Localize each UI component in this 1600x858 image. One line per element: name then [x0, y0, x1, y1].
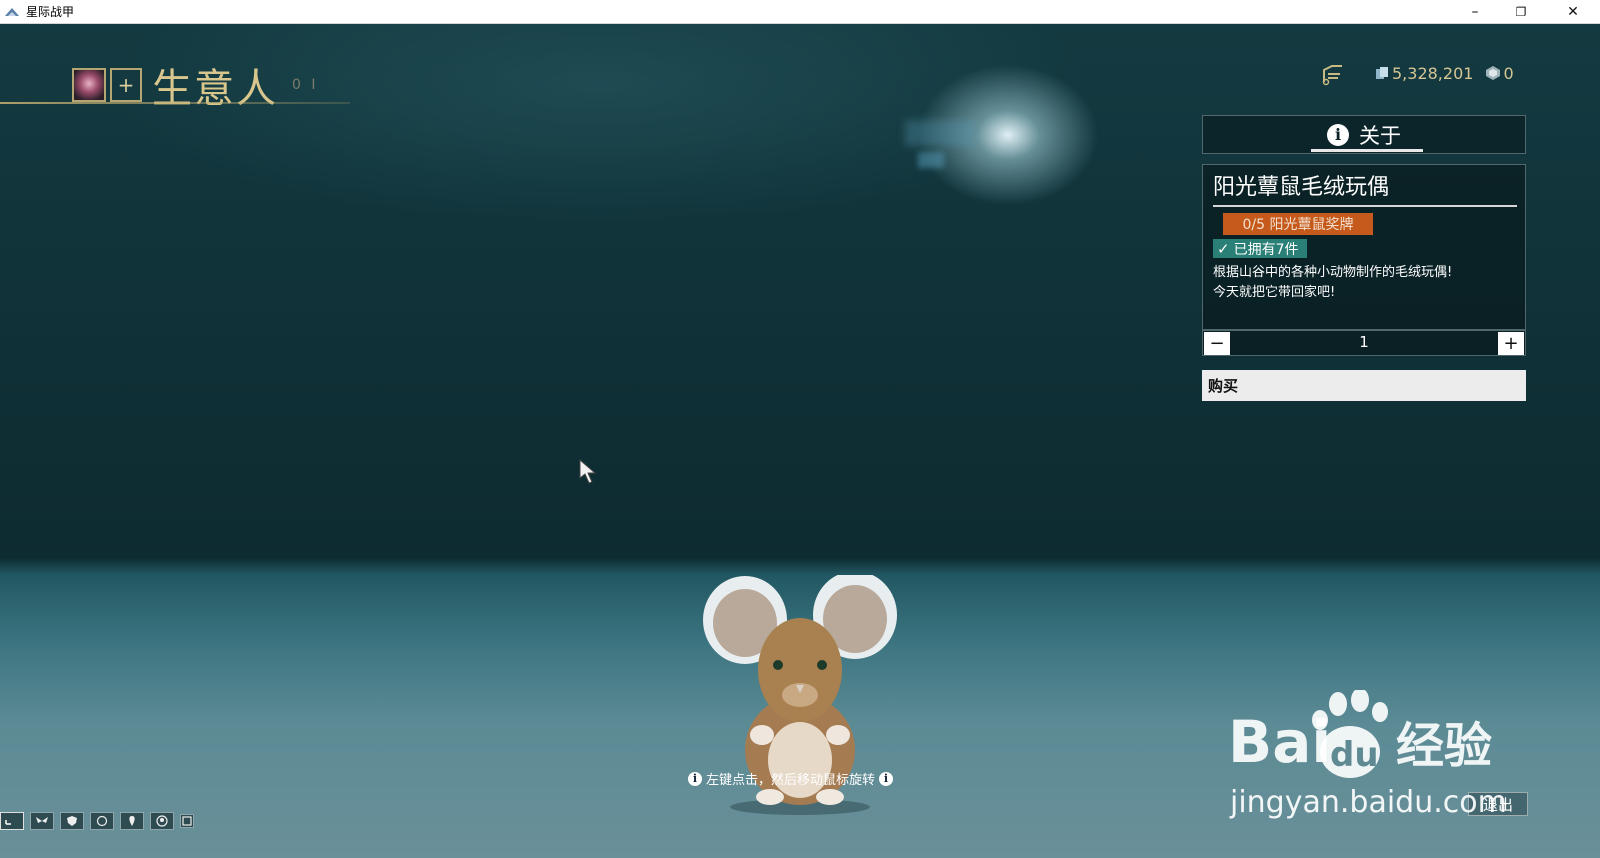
minimize-button[interactable]: –	[1452, 0, 1498, 24]
svg-text:Bai: Bai	[1228, 708, 1331, 776]
platinum-icon	[1486, 66, 1501, 80]
restore-button[interactable]: ❐	[1498, 0, 1544, 24]
profile-icon	[156, 815, 168, 827]
item-info-panel: 阳光蕈鼠毛绒玩偶 0/5 阳光蕈鼠奖牌 ✓ 已拥有7件 根据山谷中的各种小动物制…	[1202, 164, 1526, 330]
watermark-url: jingyan.baidu.com	[1230, 785, 1507, 820]
tab-about[interactable]: i 关于	[1202, 115, 1526, 154]
navigation-button[interactable]	[120, 812, 144, 830]
svg-text:经验: 经验	[1396, 718, 1492, 774]
quantity-value[interactable]: 1	[1203, 333, 1525, 351]
menu-icon	[182, 816, 192, 826]
item-name-divider	[1213, 205, 1517, 207]
emblem-icon	[96, 815, 108, 827]
location-icon	[129, 816, 135, 826]
rotate-hint-text: 左键点击，然后移动鼠标旋转	[706, 773, 876, 788]
quantity-stepper: − 1 +	[1202, 330, 1526, 356]
clan-button[interactable]	[30, 812, 54, 830]
shield-icon	[67, 816, 77, 826]
owned-count-badge: ✓ 已拥有7件	[1213, 239, 1307, 258]
app-logo-icon	[5, 7, 19, 16]
credits-amount: 5,328,201	[1392, 63, 1474, 83]
menu-button[interactable]	[180, 814, 194, 828]
wings-icon	[36, 817, 48, 823]
medal-progress-badge: 0/5 阳光蕈鼠奖牌	[1223, 213, 1373, 235]
info-icon: i	[688, 771, 702, 786]
item-description: 根据山谷中的各种小动物制作的毛绒玩偶! 今天就把它带回家吧!	[1213, 263, 1518, 303]
arsenal-button[interactable]	[60, 812, 84, 830]
tab-about-label: 关于	[1359, 123, 1401, 148]
header-left: + 生意人 0 I	[72, 56, 319, 114]
description-line: 根据山谷中的各种小动物制作的毛绒玩偶!	[1213, 265, 1453, 280]
info-icon: i	[1327, 123, 1349, 146]
buy-button[interactable]: 购买	[1202, 370, 1526, 401]
info-icon: i	[879, 771, 894, 786]
increase-quantity-button[interactable]: +	[1498, 332, 1524, 355]
profile-button[interactable]	[150, 812, 174, 830]
tab-active-indicator	[1311, 149, 1423, 152]
bottom-toolbar	[0, 812, 200, 830]
currency-bar: 5,328,201 0	[1320, 60, 1514, 86]
page-title: 生意人	[152, 66, 278, 112]
owned-count-label: 已拥有7件	[1233, 241, 1299, 258]
description-line: 今天就把它带回家吧!	[1213, 285, 1336, 300]
avatar[interactable]	[72, 68, 106, 102]
close-button[interactable]: ✕	[1550, 0, 1596, 24]
syndicate-button[interactable]	[90, 812, 114, 830]
lens-flare-small	[918, 152, 944, 168]
item-name: 阳光蕈鼠毛绒玩偶	[1213, 175, 1390, 200]
chat-icon	[5, 820, 11, 825]
credits-icon	[1376, 67, 1388, 79]
svg-text:du: du	[1330, 735, 1379, 775]
header-divider	[0, 102, 350, 104]
header-mark: 0 I	[292, 77, 319, 93]
check-icon: ✓	[1217, 239, 1230, 258]
add-button[interactable]: +	[110, 68, 142, 102]
lens-flare	[905, 120, 975, 146]
window-title: 星际战甲	[26, 5, 75, 19]
market-icon[interactable]	[1320, 60, 1346, 86]
platinum-amount: 0	[1503, 63, 1514, 83]
chat-toggle-button[interactable]	[0, 812, 24, 830]
rotate-hint: i 左键点击，然后移动鼠标旋转 i	[684, 769, 897, 788]
window-titlebar: 星际战甲 – ❐ ✕	[0, 0, 1600, 24]
mouse-cursor-icon	[579, 458, 597, 484]
